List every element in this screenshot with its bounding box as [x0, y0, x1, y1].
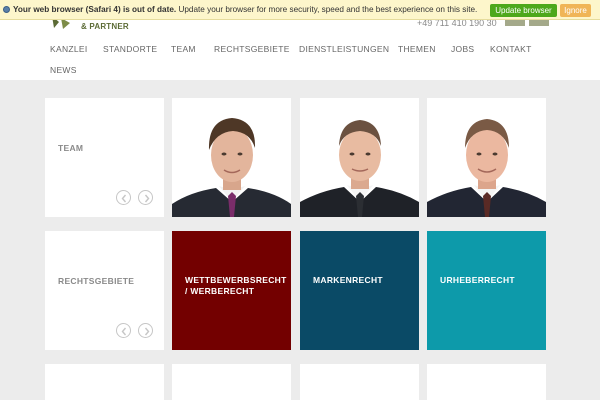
nav-item-team[interactable]: TEAM — [171, 44, 196, 54]
tile-row3-2[interactable] — [172, 364, 291, 400]
team-member-photo-3[interactable] — [427, 98, 546, 217]
chevron-left-icon — [121, 194, 127, 203]
nav-item-rechtsgebiete[interactable]: RECHTSGEBIETE — [214, 44, 290, 54]
portrait-image — [427, 98, 546, 217]
nav-item-dienstleistungen[interactable]: DIENSTLEISTUNGEN — [299, 44, 389, 54]
chevron-left-icon — [121, 327, 127, 336]
area-label: WETTBEWERBSRECHT / WERBERECHT — [185, 275, 287, 296]
nav-item-kontakt[interactable]: KONTAKT — [490, 44, 532, 54]
browser-warning-text: Your web browser (Safari 4) is out of da… — [13, 5, 477, 14]
info-icon — [3, 6, 10, 13]
team-tile[interactable]: TEAM — [45, 98, 164, 217]
area-tile-markenrecht[interactable]: MARKENRECHT — [300, 231, 419, 350]
tile-row3-3[interactable] — [300, 364, 419, 400]
rechtsgebiete-next-button[interactable] — [138, 323, 153, 338]
rechtsgebiete-arrows — [116, 323, 158, 339]
nav-item-themen[interactable]: THEMEN — [398, 44, 436, 54]
browser-warning-bold: Your web browser (Safari 4) is out of da… — [13, 5, 177, 14]
browser-update-bar: Your web browser (Safari 4) is out of da… — [0, 0, 600, 20]
nav-item-news[interactable]: NEWS — [50, 65, 77, 75]
team-member-photo-2[interactable] — [300, 98, 419, 217]
nav-item-jobs[interactable]: JOBS — [451, 44, 474, 54]
nav-item-standorte[interactable]: STANDORTE — [103, 44, 157, 54]
rechtsgebiete-tile[interactable]: RECHTSGEBIETE — [45, 231, 164, 350]
chevron-right-icon — [144, 194, 150, 203]
team-prev-button[interactable] — [116, 190, 131, 205]
nav-item-kanzlei[interactable]: KANZLEI — [50, 44, 88, 54]
team-next-button[interactable] — [138, 190, 153, 205]
area-label: MARKENRECHT — [313, 275, 383, 285]
browser-warning-message: Update your browser for more security, s… — [176, 5, 478, 14]
portrait-image — [300, 98, 419, 217]
rechtsgebiete-label: RECHTSGEBIETE — [58, 276, 135, 286]
area-tile-wettbewerbsrecht[interactable]: WETTBEWERBSRECHT / WERBERECHT — [172, 231, 291, 350]
area-label: URHEBERRECHT — [440, 275, 515, 285]
portrait-image — [172, 98, 291, 217]
team-arrows — [116, 190, 158, 206]
team-member-photo-1[interactable] — [172, 98, 291, 217]
area-tile-urheberrecht[interactable]: URHEBERRECHT — [427, 231, 546, 350]
tile-row3-4[interactable] — [427, 364, 546, 400]
tile-row3-1[interactable] — [45, 364, 164, 400]
update-browser-button[interactable]: Update browser — [490, 4, 557, 17]
rechtsgebiete-prev-button[interactable] — [116, 323, 131, 338]
ignore-button[interactable]: Ignore — [560, 4, 591, 17]
chevron-right-icon — [144, 327, 150, 336]
team-label: TEAM — [58, 143, 84, 153]
